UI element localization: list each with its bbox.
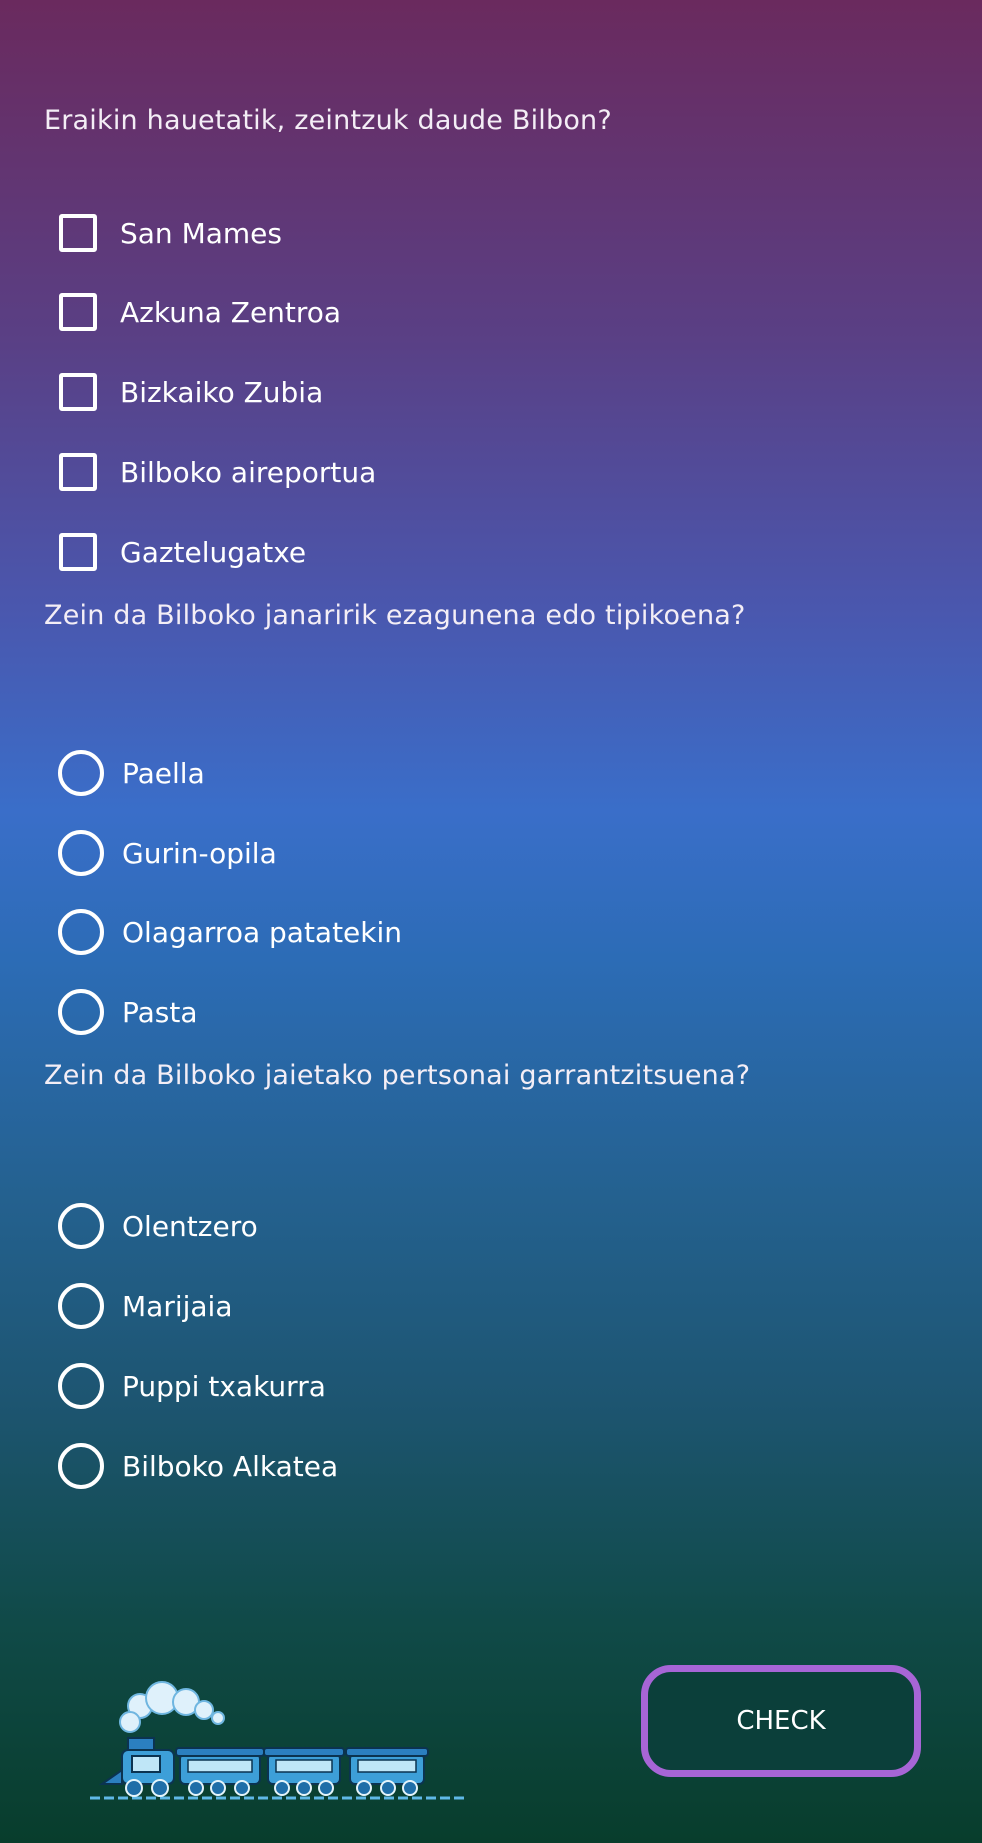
question-2-text: Zein da Bilboko janaririk ezagunena edo … (44, 600, 746, 631)
option-label: Olentzero (122, 1209, 258, 1243)
option-label: Bilboko Alkatea (122, 1449, 339, 1483)
radio-icon[interactable] (58, 989, 104, 1035)
checkbox-option-bizkaiko-zubia[interactable]: Bizkaiko Zubia (59, 366, 323, 418)
option-label: Olagarroa patatekin (122, 915, 403, 949)
radio-icon[interactable] (58, 1363, 104, 1409)
radio-option-puppi-txakurra[interactable]: Puppi txakurra (58, 1360, 326, 1412)
option-label: Bilboko aireportua (120, 455, 377, 489)
checkbox-option-azkuna-zentroa[interactable]: Azkuna Zentroa (59, 286, 341, 338)
checkbox-icon[interactable] (59, 214, 97, 252)
option-label: Marijaia (122, 1289, 233, 1323)
question-1-text: Eraikin hauetatik, zeintzuk daude Bilbon… (44, 105, 612, 136)
radio-icon[interactable] (58, 1203, 104, 1249)
checkbox-option-gaztelugatxe[interactable]: Gaztelugatxe (59, 526, 306, 578)
option-label: Puppi txakurra (122, 1369, 326, 1403)
question-3-text: Zein da Bilboko jaietako pertsonai garra… (44, 1060, 751, 1091)
checkbox-option-bilboko-aireportua[interactable]: Bilboko aireportua (59, 446, 376, 498)
train-icon (90, 1681, 466, 1800)
radio-icon[interactable] (58, 1443, 104, 1489)
radio-option-bilboko-alkatea[interactable]: Bilboko Alkatea (58, 1440, 339, 1492)
option-label: Gurin-opila (122, 836, 277, 870)
radio-option-paella[interactable]: Paella (58, 747, 205, 799)
option-label: Azkuna Zentroa (120, 295, 342, 329)
checkbox-icon[interactable] (59, 293, 97, 331)
option-label: San Mames (120, 216, 282, 250)
option-label: Paella (122, 756, 205, 790)
checkbox-option-san-mames[interactable]: San Mames (59, 207, 282, 259)
radio-option-olentzero[interactable]: Olentzero (58, 1200, 258, 1252)
checkbox-icon[interactable] (59, 453, 97, 491)
radio-option-olagarroa-patatekin[interactable]: Olagarroa patatekin (58, 906, 403, 958)
checkbox-icon[interactable] (59, 373, 97, 411)
option-label: Bizkaiko Zubia (120, 375, 324, 409)
radio-option-marijaia[interactable]: Marijaia (58, 1280, 233, 1332)
checkbox-icon[interactable] (59, 533, 97, 571)
radio-icon[interactable] (58, 1283, 104, 1329)
radio-option-gurin-opila[interactable]: Gurin-opila (58, 827, 277, 879)
option-label: Gaztelugatxe (120, 535, 307, 569)
radio-icon[interactable] (58, 750, 104, 796)
radio-icon[interactable] (58, 909, 104, 955)
option-label: Pasta (122, 995, 198, 1029)
radio-option-pasta[interactable]: Pasta (58, 986, 198, 1038)
check-button[interactable]: CHECK (641, 1665, 921, 1777)
radio-icon[interactable] (58, 830, 104, 876)
